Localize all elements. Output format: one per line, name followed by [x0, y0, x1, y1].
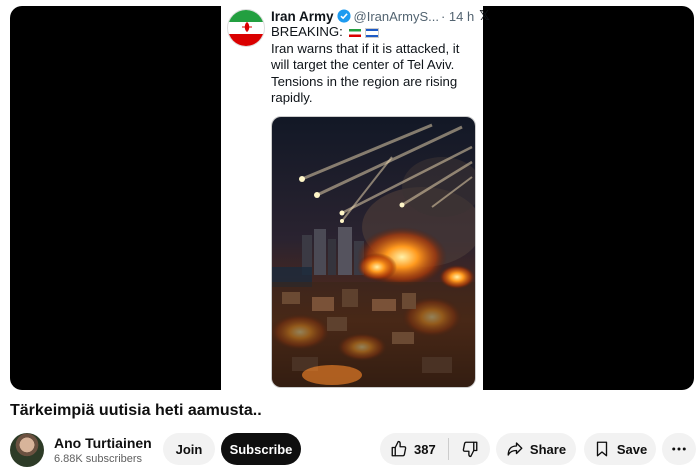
tweet-author-name: Iran Army: [271, 8, 334, 24]
action-bar: Ano Turtiainen 6.88K subscribers Join Su…: [0, 432, 700, 468]
join-button[interactable]: Join: [163, 433, 215, 465]
video-title: Tärkeimpiä uutisia heti aamusta..: [10, 402, 262, 419]
share-button[interactable]: Share: [496, 433, 576, 465]
video-player[interactable]: Iran Army @IranArmyS... · 14 h 𝕏 BREAKIN…: [10, 6, 694, 390]
iran-flag-avatar-icon: [227, 9, 265, 47]
subscriber-count: 6.88K subscribers: [54, 453, 143, 465]
israel-flag-icon: [365, 27, 380, 38]
share-label: Share: [529, 441, 567, 457]
tweet-body: BREAKING: Iran warns that if it is attac…: [271, 24, 476, 107]
tweet-breaking-label: BREAKING:: [271, 24, 343, 39]
x-logo-icon: 𝕏: [479, 8, 490, 23]
more-actions-button[interactable]: [662, 433, 696, 465]
channel-name[interactable]: Ano Turtiainen: [54, 435, 152, 451]
tweet-time: · 14 h: [440, 8, 475, 24]
thumbs-down-icon[interactable]: [461, 440, 479, 458]
save-label: Save: [616, 441, 648, 457]
more-horizontal-icon: [672, 447, 686, 451]
like-divider: [447, 438, 449, 460]
thumbs-up-icon: [391, 440, 407, 457]
channel-avatar[interactable]: [10, 433, 44, 467]
like-button[interactable]: 387: [390, 440, 436, 458]
tweet-image-missiles-city: [271, 116, 476, 388]
tweet-header: Iran Army @IranArmyS... · 14 h 𝕏: [271, 6, 490, 26]
iran-flag-icon: [348, 28, 361, 37]
bookmark-icon: [596, 441, 607, 457]
tweet-text: Iran warns that if it is attacked, it wi…: [271, 40, 460, 106]
tweet-handle: @IranArmyS...: [353, 8, 439, 24]
like-count: 387: [414, 441, 436, 457]
share-arrow-icon: [507, 442, 523, 456]
subscribe-button[interactable]: Subscribe: [221, 433, 301, 465]
verified-badge-icon: [336, 9, 351, 23]
save-button[interactable]: Save: [584, 433, 656, 465]
like-dislike-group: 387: [380, 433, 490, 465]
tweet-screenshot: Iran Army @IranArmyS... · 14 h 𝕏 BREAKIN…: [221, 6, 490, 390]
